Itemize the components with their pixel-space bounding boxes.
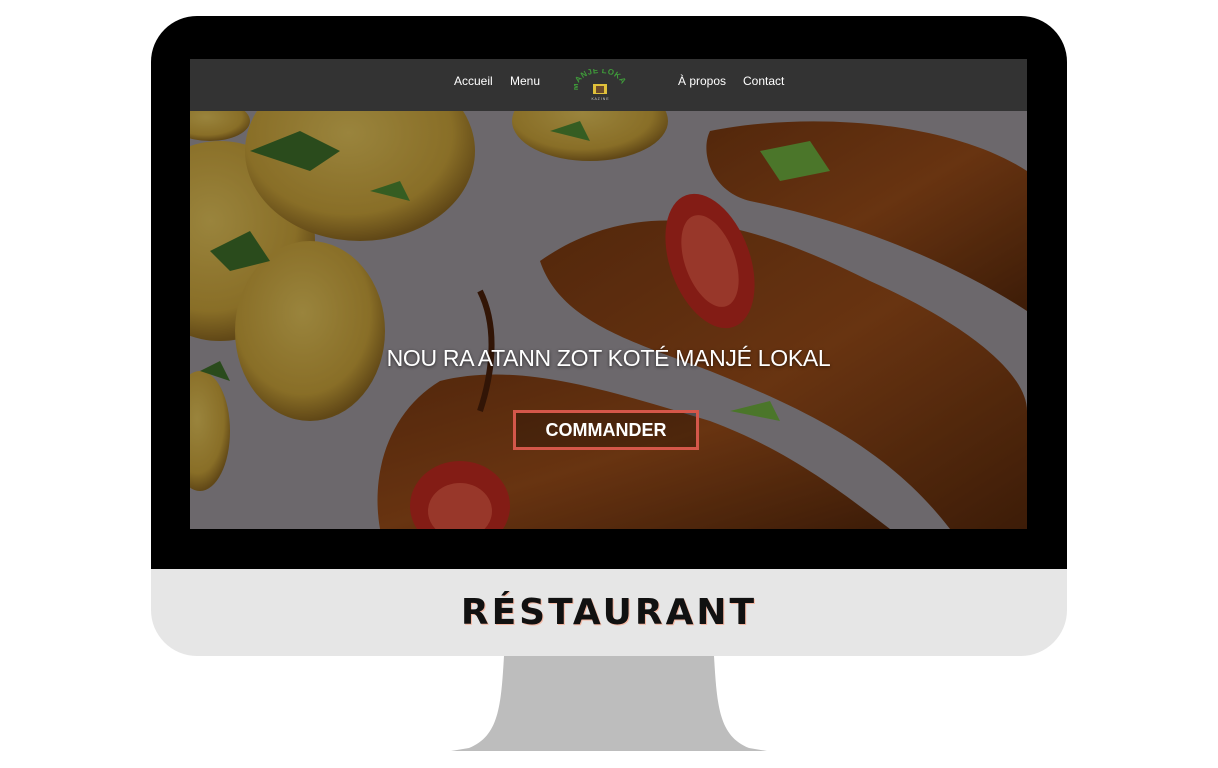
monitor-chin: RÉSTAURANT <box>151 569 1067 656</box>
hero-section: NOU RA ATANN ZOT KOTÉ MANJÉ LOKAL COMMAN… <box>190 111 1027 529</box>
monitor-stand <box>451 656 767 751</box>
commander-button[interactable]: COMMANDER <box>513 410 699 450</box>
hero-food-photo <box>190 111 1027 529</box>
hero-headline: NOU RA ATANN ZOT KOTÉ MANJÉ LOKAL <box>386 345 831 371</box>
nav-link-contact[interactable]: Contact <box>743 74 784 88</box>
nav-link-menu[interactable]: Menu <box>510 74 540 88</box>
site-navbar: Accueil Menu MANJÉ LOKAL K A Z I N E À p… <box>190 59 1027 111</box>
nav-link-accueil[interactable]: Accueil <box>454 74 493 88</box>
site-logo[interactable]: MANJÉ LOKAL K A Z I N E <box>571 62 628 103</box>
logo-subtext: K A Z I N E <box>591 97 609 101</box>
logo-mark-icon: MANJÉ LOKAL K A Z I N E <box>571 62 628 101</box>
caption-label: RÉSTAURANT <box>460 592 758 633</box>
mockup-stage: RÉSTAURANT Accueil Menu MANJÉ LOKAL K A … <box>0 0 1218 768</box>
website-screen: Accueil Menu MANJÉ LOKAL K A Z I N E À p… <box>190 59 1027 529</box>
nav-link-a-propos[interactable]: À propos <box>678 74 726 88</box>
